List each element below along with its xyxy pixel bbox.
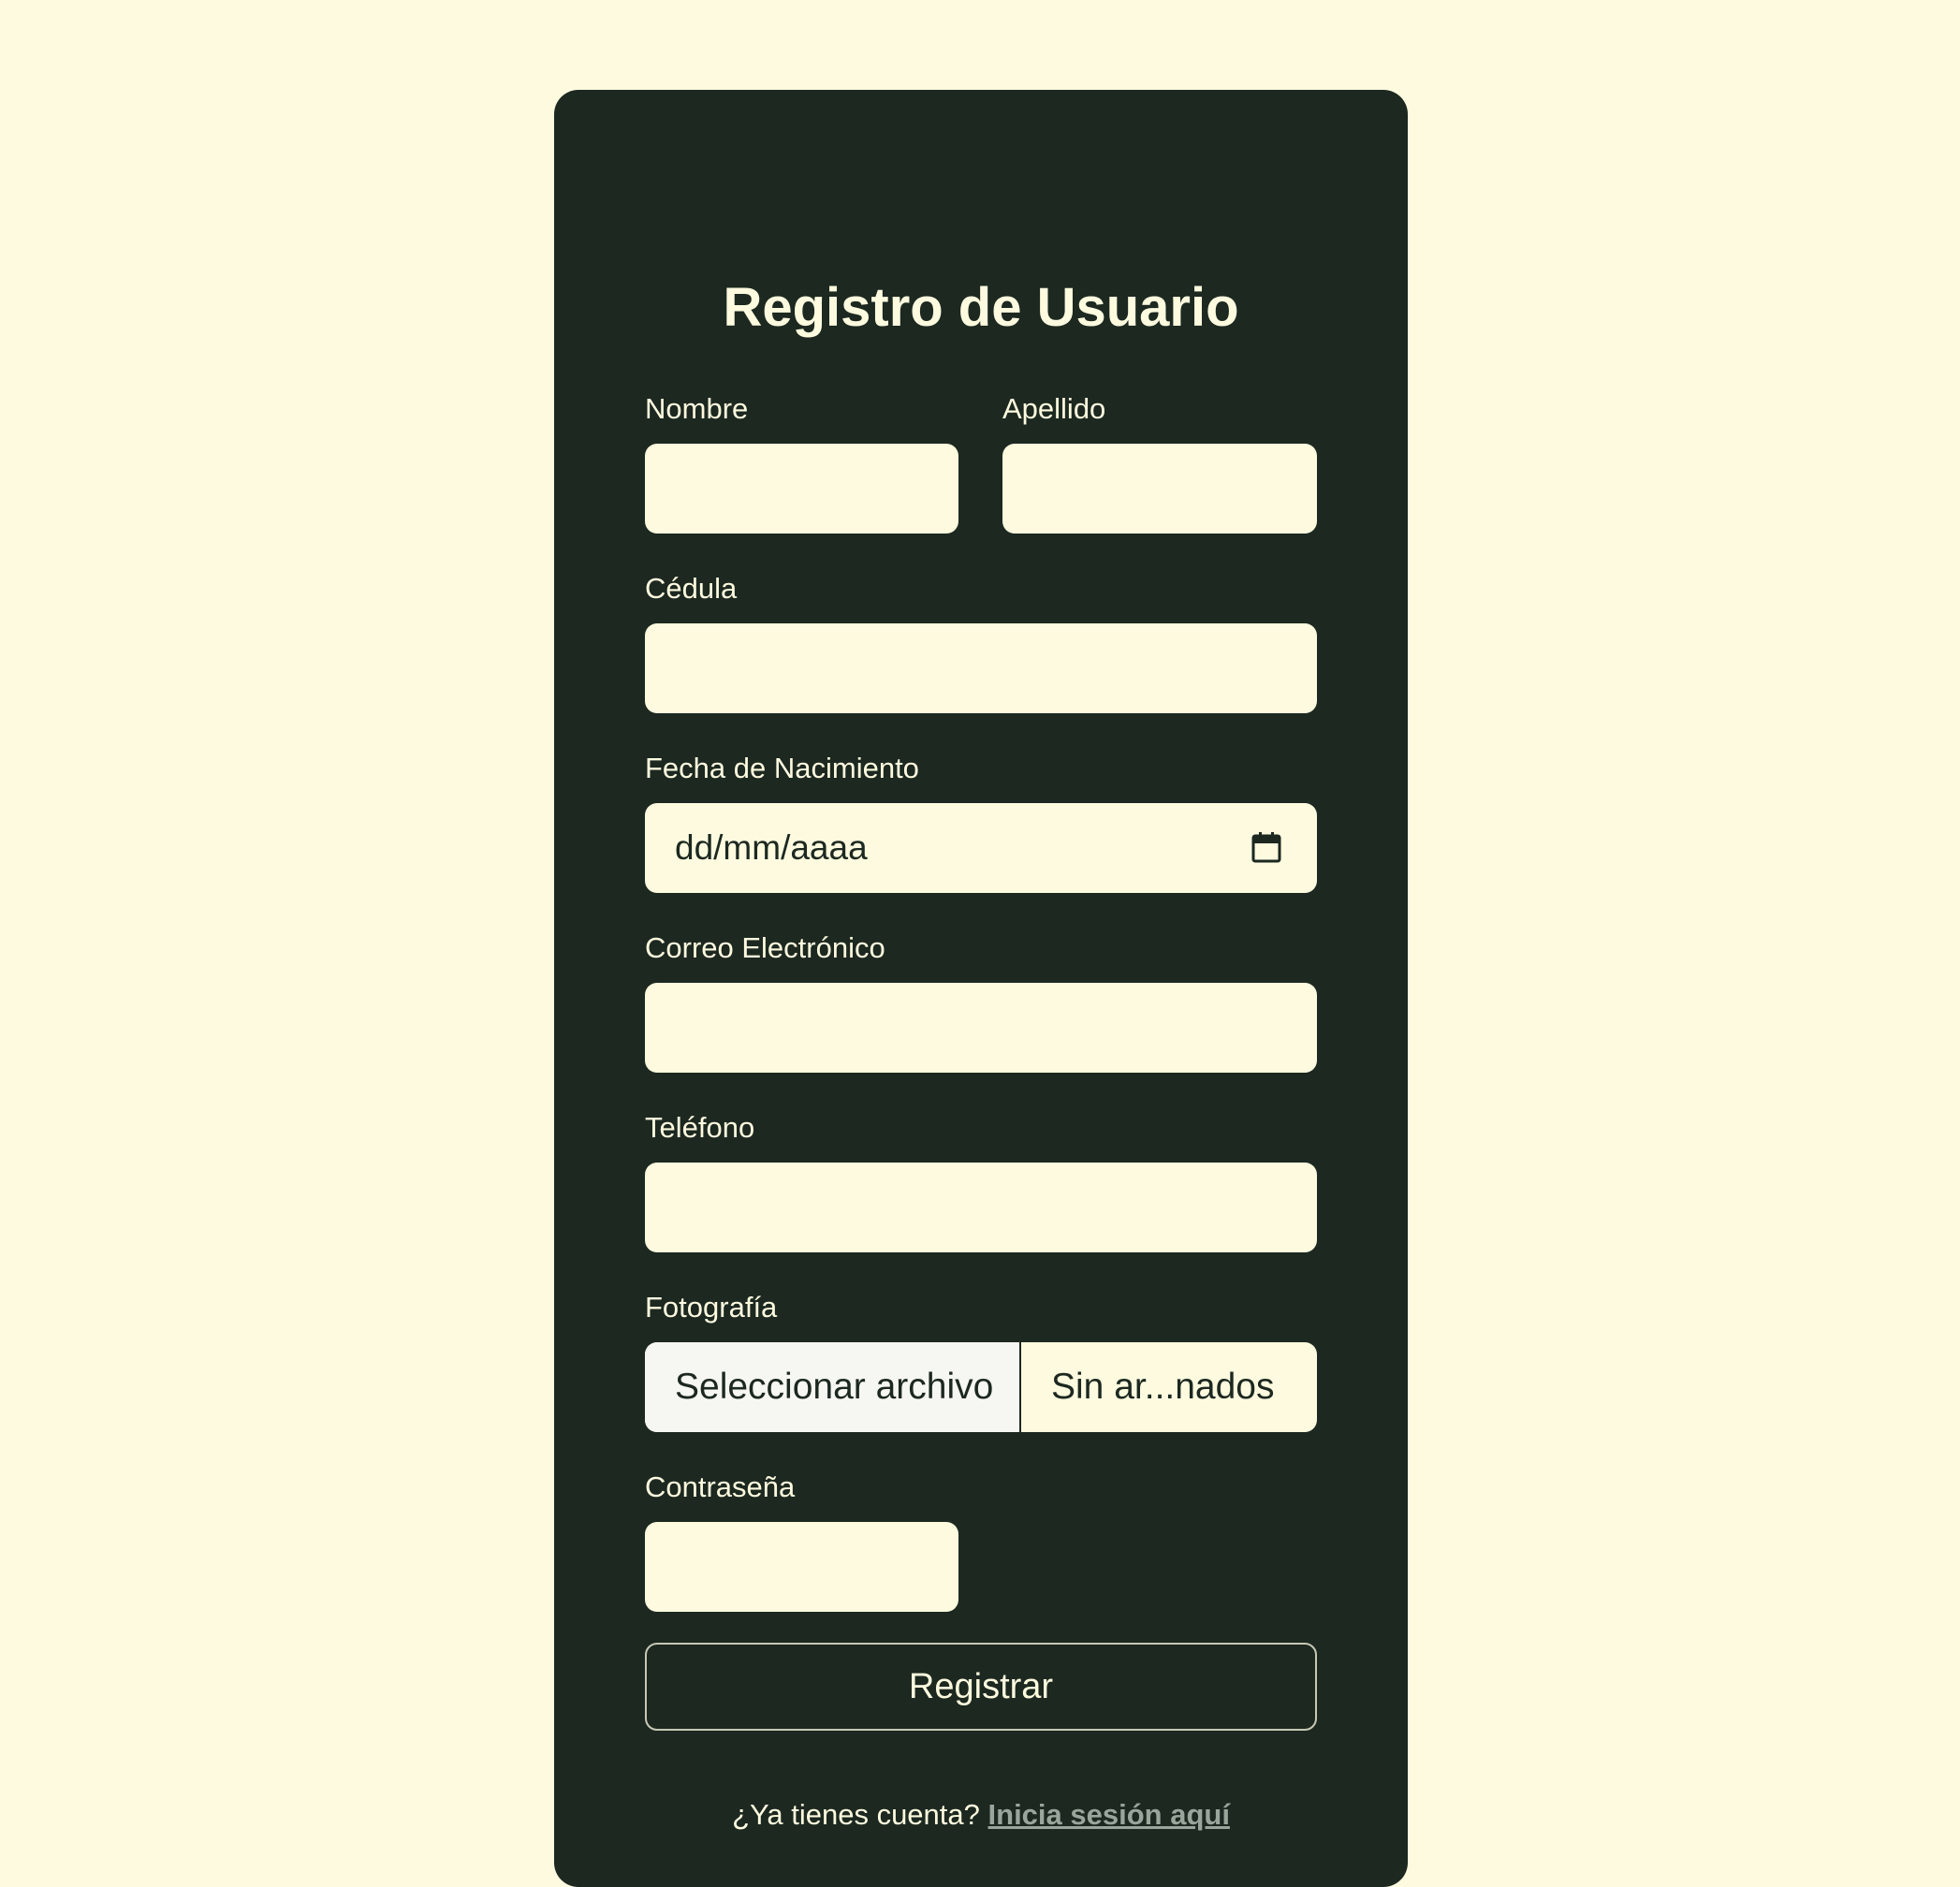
contrasena-input[interactable] [645,1522,958,1612]
correo-label: Correo Electrónico [645,931,885,964]
fotografia-file-input[interactable]: Seleccionar archivo Sin ar...nados [645,1342,1317,1432]
login-link[interactable]: Inicia sesión aquí [988,1798,1230,1831]
cedula-label: Cédula [645,572,738,605]
fecha-nacimiento-input[interactable]: dd/mm/aaaa [645,803,1317,893]
telefono-label: Teléfono [645,1111,755,1144]
login-prompt-text: ¿Ya tienes cuenta? [732,1798,980,1831]
correo-input[interactable] [645,983,1317,1073]
date-placeholder: dd/mm/aaaa [675,828,868,867]
cedula-input[interactable] [645,623,1317,713]
nombre-label: Nombre [645,392,749,425]
select-file-button[interactable]: Seleccionar archivo [645,1342,1021,1432]
contrasena-label: Contraseña [645,1470,796,1503]
nombre-input[interactable] [645,444,958,534]
page-title: Registro de Usuario [723,277,1239,338]
registrar-button[interactable]: Registrar [645,1643,1317,1731]
login-prompt: ¿Ya tienes cuenta? Inicia sesión aquí [554,1796,1408,1834]
telefono-input[interactable] [645,1163,1317,1252]
apellido-input[interactable] [1002,444,1317,534]
file-status: Sin ar...nados [1051,1367,1275,1407]
registration-card: Registro de Usuario Nombre Apellido Cédu… [554,90,1408,1887]
fotografia-label: Fotografía [645,1291,778,1324]
fecha-nacimiento-label: Fecha de Nacimiento [645,752,919,784]
calendar-icon[interactable] [1251,831,1281,863]
apellido-label: Apellido [1002,392,1106,425]
